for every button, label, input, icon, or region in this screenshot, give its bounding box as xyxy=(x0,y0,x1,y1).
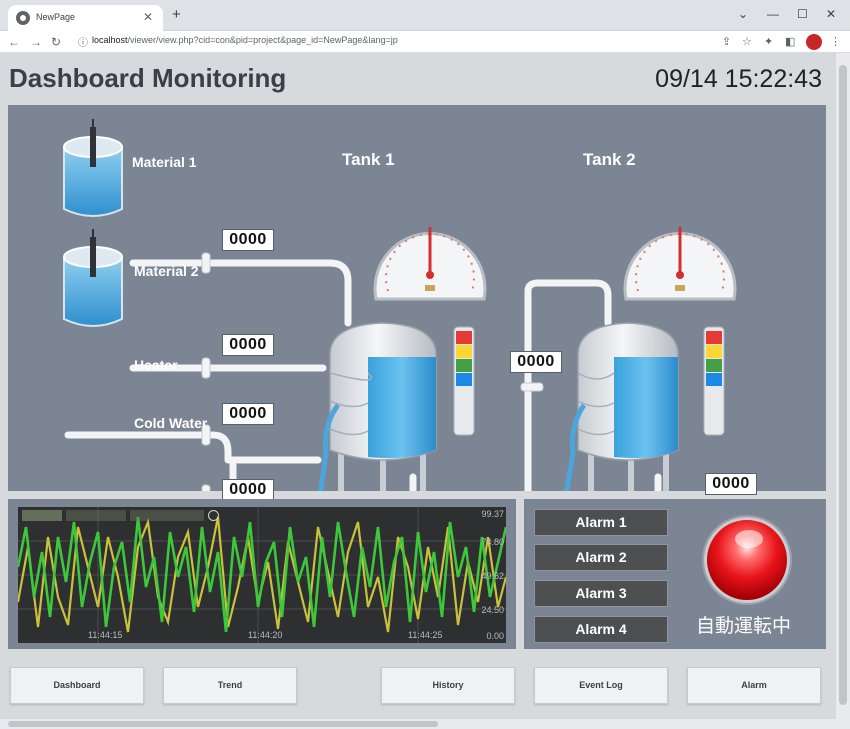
horizontal-scrollbar[interactable] xyxy=(0,719,836,729)
profile-avatar[interactable] xyxy=(806,34,822,50)
menu-kebab-icon[interactable]: ⋮ xyxy=(830,35,841,49)
tank-1-label: Tank 1 xyxy=(342,150,395,169)
alarm-1-button[interactable]: Alarm 1 xyxy=(534,509,668,536)
material-1-label: Material 1 xyxy=(132,154,197,170)
bookmark-star-icon[interactable]: ☆ xyxy=(742,35,752,49)
material-2-label: Material 2 xyxy=(134,263,199,279)
material-1-value: 0000 xyxy=(222,229,274,251)
browser-tab-title: NewPage xyxy=(36,12,76,22)
alarm-3-button[interactable]: Alarm 3 xyxy=(534,580,668,607)
trend-plot xyxy=(18,507,506,643)
forward-icon[interactable]: → xyxy=(30,34,42,50)
tank-2-label: Tank 2 xyxy=(583,150,636,169)
tank-1-vessel xyxy=(318,322,437,491)
material-2-container xyxy=(63,229,123,327)
y-tick-label: 74.80 xyxy=(481,537,504,547)
back-icon[interactable]: ← xyxy=(8,34,20,50)
operation-status: 自動運転中 xyxy=(696,615,792,637)
material-1-container xyxy=(63,119,123,217)
reload-icon[interactable]: ↻ xyxy=(51,34,61,50)
y-tick-label: 24.50 xyxy=(481,605,504,615)
url-field[interactable]: ⓘ localhost/viewer/view.php?cid=con&pid=… xyxy=(72,33,712,50)
horizontal-scroll-thumb[interactable] xyxy=(8,721,438,727)
browser-tab[interactable]: NewPage ✕ xyxy=(8,5,163,31)
y-tick-label: 0.00 xyxy=(486,631,504,641)
trend-toolbar-tab[interactable] xyxy=(66,510,126,521)
dashboard-app: Dashboard Monitoring 09/14 15:22:43 Mate… xyxy=(0,53,850,729)
process-diagram xyxy=(63,119,737,491)
outlet-value: 0000 xyxy=(705,473,757,495)
trend-panel: 99.37 74.80 49.62 24.50 0.00 11:44:15 11… xyxy=(8,499,516,649)
share-icon[interactable]: ⇪ xyxy=(722,35,731,49)
site-info-icon[interactable]: ⓘ xyxy=(78,34,88,49)
extensions-icon[interactable]: ✦ xyxy=(764,35,773,49)
nav-alarm-button[interactable]: Alarm xyxy=(687,667,821,704)
trend-toolbar-tab[interactable] xyxy=(22,510,62,521)
new-tab-icon[interactable]: + xyxy=(172,6,181,24)
minimize-icon[interactable]: — xyxy=(767,6,779,22)
maximize-icon[interactable]: ☐ xyxy=(797,6,808,22)
url-host: localhost xyxy=(92,35,128,45)
cold-water-value: 0000 xyxy=(222,479,274,501)
url-path: /viewer/view.php?cid=con&pid=project&pag… xyxy=(127,35,398,45)
heater-label: Heater xyxy=(134,357,178,373)
browser-address-bar: ← → ↻ ⓘ localhost/viewer/view.php?cid=co… xyxy=(0,31,850,53)
browser-tab-bar: NewPage ✕ + ⌄ — ☐ ✕ xyxy=(0,0,850,31)
transfer-value: 0000 xyxy=(510,351,562,373)
heater-value: 0000 xyxy=(222,403,274,425)
nav-history-button[interactable]: History xyxy=(381,667,515,704)
lamp-highlight xyxy=(735,530,763,548)
process-panel: Material 1 0000 Material 2 0000 Heater 0… xyxy=(8,105,826,501)
cold-water-label: Cold Water xyxy=(134,415,208,431)
nav-dashboard-button[interactable]: Dashboard xyxy=(10,667,144,704)
alarm-panel: Alarm 1 Alarm 2 Alarm 3 Alarm 4 自動運転中 xyxy=(524,499,826,649)
tank-1-gauge xyxy=(373,227,487,301)
alarm-2-button[interactable]: Alarm 2 xyxy=(534,544,668,571)
nav-trend-button[interactable]: Trend xyxy=(163,667,297,704)
page-favicon-icon xyxy=(16,11,30,25)
page-title: Dashboard Monitoring xyxy=(9,63,287,93)
alarm-4-button[interactable]: Alarm 4 xyxy=(534,616,668,643)
y-tick-label: 99.37 xyxy=(481,509,504,519)
tank-2-vessel xyxy=(564,322,679,491)
status-lamp xyxy=(704,517,790,603)
tank-2-gauge xyxy=(623,227,737,301)
x-tick-label: 11:44:20 xyxy=(248,630,283,640)
vertical-scrollbar[interactable] xyxy=(836,53,850,729)
y-tick-label: 49.62 xyxy=(481,571,504,581)
vertical-scroll-thumb[interactable] xyxy=(839,65,847,705)
close-tab-icon[interactable]: ✕ xyxy=(143,10,153,24)
x-tick-label: 11:44:25 xyxy=(408,630,443,640)
trend-settings-icon[interactable] xyxy=(208,510,219,521)
tab-search-chevron-icon[interactable]: ⌄ xyxy=(738,6,748,22)
tank-2-signal-tower xyxy=(703,326,725,436)
x-tick-label: 11:44:15 xyxy=(88,630,123,640)
nav-event-log-button[interactable]: Event Log xyxy=(534,667,668,704)
trend-toolbar-tab[interactable] xyxy=(130,510,204,521)
close-window-icon[interactable]: ✕ xyxy=(826,6,836,22)
side-panel-icon[interactable]: ◧ xyxy=(785,35,795,49)
trend-chart[interactable]: 99.37 74.80 49.62 24.50 0.00 11:44:15 11… xyxy=(18,507,506,643)
tank-1-signal-tower xyxy=(453,326,475,436)
material-2-value: 0000 xyxy=(222,334,274,356)
clock-display: 09/14 15:22:43 xyxy=(655,65,822,93)
